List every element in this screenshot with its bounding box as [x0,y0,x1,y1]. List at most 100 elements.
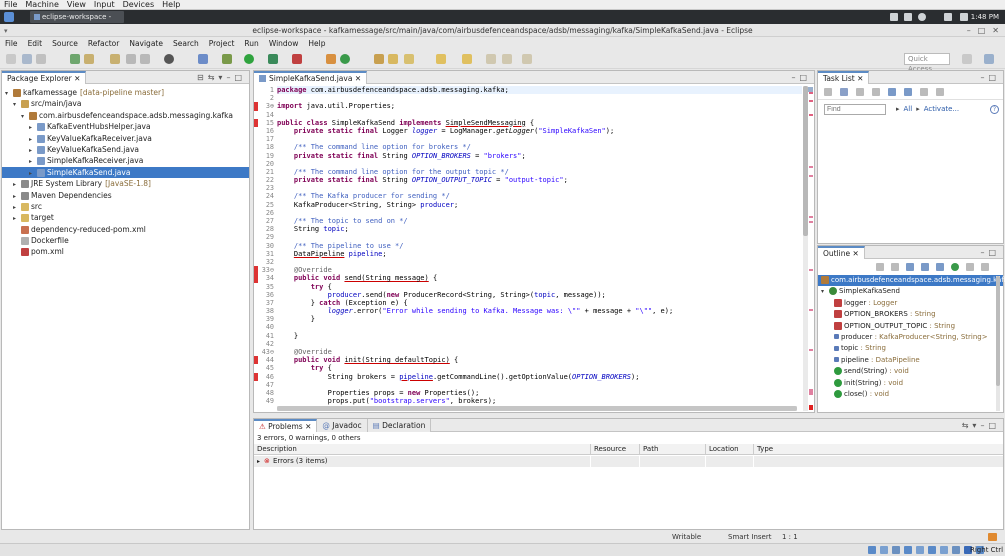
tree-item[interactable]: Dockerfile [2,235,249,246]
vm-menu-devices[interactable]: Devices [119,0,159,10]
vm-menu-help[interactable]: Help [158,0,184,10]
close-icon[interactable]: ✕ [992,24,999,37]
code-line[interactable]: } [277,332,802,340]
tree-item[interactable]: ▸ src [2,201,249,212]
tree-item[interactable]: ▾ src/main/java [2,98,249,109]
maximize-view-icon[interactable]: □ [234,73,246,82]
code-line[interactable]: try { [277,364,802,372]
collapse-all-icon[interactable]: ⊟ [197,73,208,82]
col-path[interactable]: Path [639,444,658,455]
maximize-view-icon[interactable]: □ [988,73,1000,82]
overview-mark[interactable] [809,269,813,271]
code-line[interactable] [277,160,802,168]
focus-icon[interactable] [904,87,912,96]
code-line[interactable] [277,233,802,241]
code-line[interactable]: /** The pipeline to use */ [277,242,802,250]
menu-refactor[interactable]: Refactor [83,38,124,50]
code-line[interactable]: @Override [277,266,802,274]
audio-icon[interactable] [892,546,900,554]
overview-mark[interactable] [809,175,813,177]
hide-local-types-icon[interactable] [951,263,959,271]
col-type[interactable]: Type [753,444,773,455]
maximize-view-icon[interactable]: □ [988,421,1000,430]
code-line[interactable]: props.put("bootstrap.servers", brokers); [277,397,802,405]
code-line[interactable] [277,340,802,348]
next-annotation-icon[interactable] [436,54,446,64]
tree-item[interactable]: ▸ target [2,212,249,223]
col-location[interactable]: Location [705,444,739,455]
tab-task-list[interactable]: Task List ✕ [818,70,870,84]
usb-icon[interactable] [916,546,924,554]
filter-icon[interactable]: ⇆ [962,421,973,430]
menu-edit[interactable]: Edit [23,38,48,50]
code-line[interactable]: Properties props = new Properties(); [277,389,802,397]
new-class-icon[interactable] [340,54,350,64]
settings-icon[interactable] [918,13,926,21]
editor-horizontal-scrollbar[interactable] [277,406,797,411]
vm-menu-view[interactable]: View [63,0,90,10]
overview-error-mark[interactable] [809,114,813,116]
recording-icon[interactable] [952,546,960,554]
overview-mark[interactable] [809,309,813,311]
col-resource[interactable]: Resource [590,444,626,455]
outline-item[interactable]: init(String) : void [818,378,1003,389]
vm-menu-input[interactable]: Input [90,0,119,10]
outline-menu-icon[interactable] [981,263,989,271]
debug-config-icon[interactable] [198,54,208,64]
battery-icon[interactable] [890,13,898,21]
open-perspective-icon[interactable] [962,54,972,64]
last-edit-icon[interactable] [486,54,496,64]
display-icon[interactable] [940,546,948,554]
outline-item[interactable]: close() : void [818,389,1003,400]
menu-window[interactable]: Window [264,38,304,50]
code-line[interactable] [277,381,802,389]
quick-access-input[interactable]: Quick Access [904,53,950,73]
code-line[interactable]: KafkaProducer<String, String> producer; [277,201,802,209]
overview-mark[interactable] [809,349,813,351]
back-icon[interactable] [502,54,512,64]
maximize-editor-icon[interactable]: □ [799,73,811,82]
tab-outline[interactable]: Outline ✕ [818,245,865,259]
problems-errors-row[interactable]: ▸ ⊗ Errors (3 items) [254,456,1003,467]
overview-error-mark[interactable] [809,100,813,102]
prev-annotation-icon[interactable] [462,54,472,64]
external-tools-icon[interactable] [292,54,302,64]
task-menu-icon[interactable] [936,87,944,96]
save-icon[interactable] [22,54,32,64]
code-line[interactable]: private static final String OPTION_BROKE… [277,152,802,160]
code-line[interactable]: package com.airbusdefenceandspace.adsb.m… [277,86,802,95]
code-line[interactable]: String brokers = pipeline.getCommandLine… [277,373,802,381]
sync-icon[interactable] [888,87,896,96]
forward-icon[interactable] [522,54,532,64]
volume-icon[interactable] [944,13,952,21]
code-line[interactable]: String topic; [277,225,802,233]
collapse-icon[interactable] [920,87,928,96]
outline-item[interactable]: producer : KafkaProducer<String, String> [818,332,1003,343]
code-line[interactable] [277,323,802,331]
categorize-icon[interactable] [840,87,848,96]
overview-mark[interactable] [809,216,813,218]
edit-icon[interactable] [110,54,120,64]
new-icon[interactable] [6,54,16,64]
tab-package-explorer[interactable]: Package Explorer ✕ [2,70,87,84]
code-line[interactable]: import java.util.Properties; [277,102,802,110]
hide-static-icon[interactable] [921,263,929,271]
expand-icon[interactable]: ▸ [257,456,260,467]
tab-javadoc[interactable]: @ Javadoc [317,418,368,432]
tree-item[interactable]: ▸ SimpleKafkaSend.java [2,166,249,179]
notification-icon[interactable] [988,533,997,541]
tree-item[interactable]: ▸ JRE System Library [JavaSE-1.8] [2,178,249,189]
new-java-package-icon[interactable] [326,54,336,64]
shared-folder-icon[interactable] [928,546,936,554]
col-description[interactable]: Description [254,444,297,455]
toggle-icon[interactable] [126,54,136,64]
task-find-input[interactable] [824,104,886,115]
code-line[interactable]: } [277,315,802,323]
start-menu-icon[interactable] [4,12,14,22]
outline-item[interactable]: pipeline : DataPipeline [818,355,1003,366]
hard-disk-icon[interactable] [868,546,876,554]
code-line[interactable]: public class SimpleKafkaSend implements … [277,119,802,127]
tree-item[interactable]: ▾ kafkamessage [data-pipeline master] [2,87,249,98]
overview-mark[interactable] [809,389,813,395]
all-link[interactable]: All [904,105,913,113]
